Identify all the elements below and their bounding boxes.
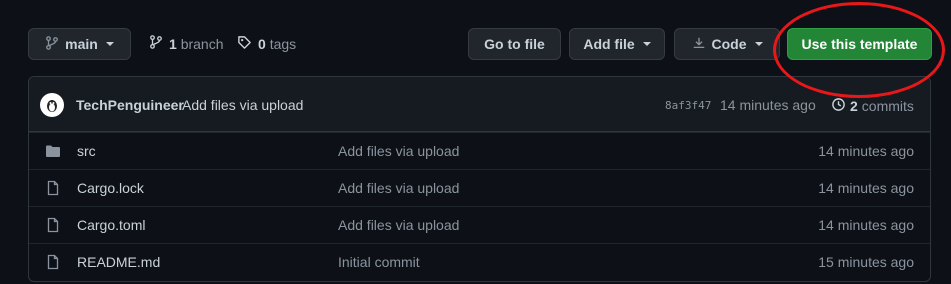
add-file-label: Add file <box>583 36 635 52</box>
chevron-down-icon <box>754 42 763 46</box>
latest-commit-bar: TechPenguineer Add files via upload 8af3… <box>29 77 930 132</box>
branch-name: main <box>65 36 98 52</box>
file-icon <box>45 180 61 199</box>
tag-label: tags <box>269 36 297 52</box>
history-icon <box>831 97 846 115</box>
download-icon <box>692 36 706 53</box>
tag-count: 0 <box>258 36 266 52</box>
use-this-template-button[interactable]: Use this template <box>787 28 932 60</box>
chevron-down-icon <box>642 42 651 46</box>
commit-sha-link[interactable]: 8af3f47 <box>665 99 711 112</box>
commit-message-link[interactable]: Add files via upload <box>182 97 303 113</box>
file-icon <box>45 217 61 236</box>
commit-count: 2 <box>850 98 858 114</box>
branches-link[interactable]: 1 branch <box>149 35 224 52</box>
folder-icon <box>45 143 61 162</box>
file-age: 14 minutes ago <box>818 180 914 196</box>
tags-link[interactable]: 0 tags <box>237 35 296 53</box>
branch-selector-button[interactable]: main <box>28 28 131 60</box>
file-age: 14 minutes ago <box>818 217 914 233</box>
go-to-file-label: Go to file <box>484 36 545 52</box>
code-button[interactable]: Code <box>674 28 780 60</box>
commit-time: 14 minutes ago <box>720 97 816 113</box>
avatar[interactable] <box>40 93 64 117</box>
tag-icon <box>237 35 252 53</box>
file-age: 15 minutes ago <box>818 254 914 270</box>
file-commit-message-link[interactable]: Add files via upload <box>338 217 459 233</box>
file-name-link[interactable]: src <box>77 143 96 159</box>
commits-link[interactable]: 2 commits <box>831 97 914 115</box>
commit-count-label: commits <box>861 98 914 114</box>
branch-label: branch <box>180 35 224 52</box>
file-row[interactable]: Cargo.toml Add files via upload 14 minut… <box>29 206 930 243</box>
file-commit-message-link[interactable]: Add files via upload <box>338 143 459 159</box>
go-to-file-button[interactable]: Go to file <box>468 28 561 60</box>
code-label: Code <box>711 36 747 52</box>
file-row[interactable]: Cargo.lock Add files via upload 14 minut… <box>29 169 930 206</box>
git-branch-icon <box>45 35 59 53</box>
file-age: 14 minutes ago <box>818 143 914 159</box>
file-name-link[interactable]: Cargo.toml <box>77 217 145 233</box>
file-row[interactable]: README.md Initial commit 15 minutes ago <box>29 243 930 280</box>
commit-author-link[interactable]: TechPenguineer <box>76 97 184 113</box>
branch-count: 1 <box>169 35 177 52</box>
add-file-button[interactable]: Add file <box>569 28 665 60</box>
chevron-down-icon <box>105 42 114 46</box>
file-browser: TechPenguineer Add files via upload 8af3… <box>28 76 931 282</box>
file-icon <box>45 254 61 273</box>
file-commit-message-link[interactable]: Add files via upload <box>338 180 459 196</box>
use-template-label: Use this template <box>801 36 918 52</box>
file-commit-message-link[interactable]: Initial commit <box>338 254 420 270</box>
git-branch-icon <box>149 35 163 52</box>
file-name-link[interactable]: README.md <box>77 254 160 270</box>
file-row[interactable]: src Add files via upload 14 minutes ago <box>29 132 930 169</box>
file-name-link[interactable]: Cargo.lock <box>77 180 144 196</box>
